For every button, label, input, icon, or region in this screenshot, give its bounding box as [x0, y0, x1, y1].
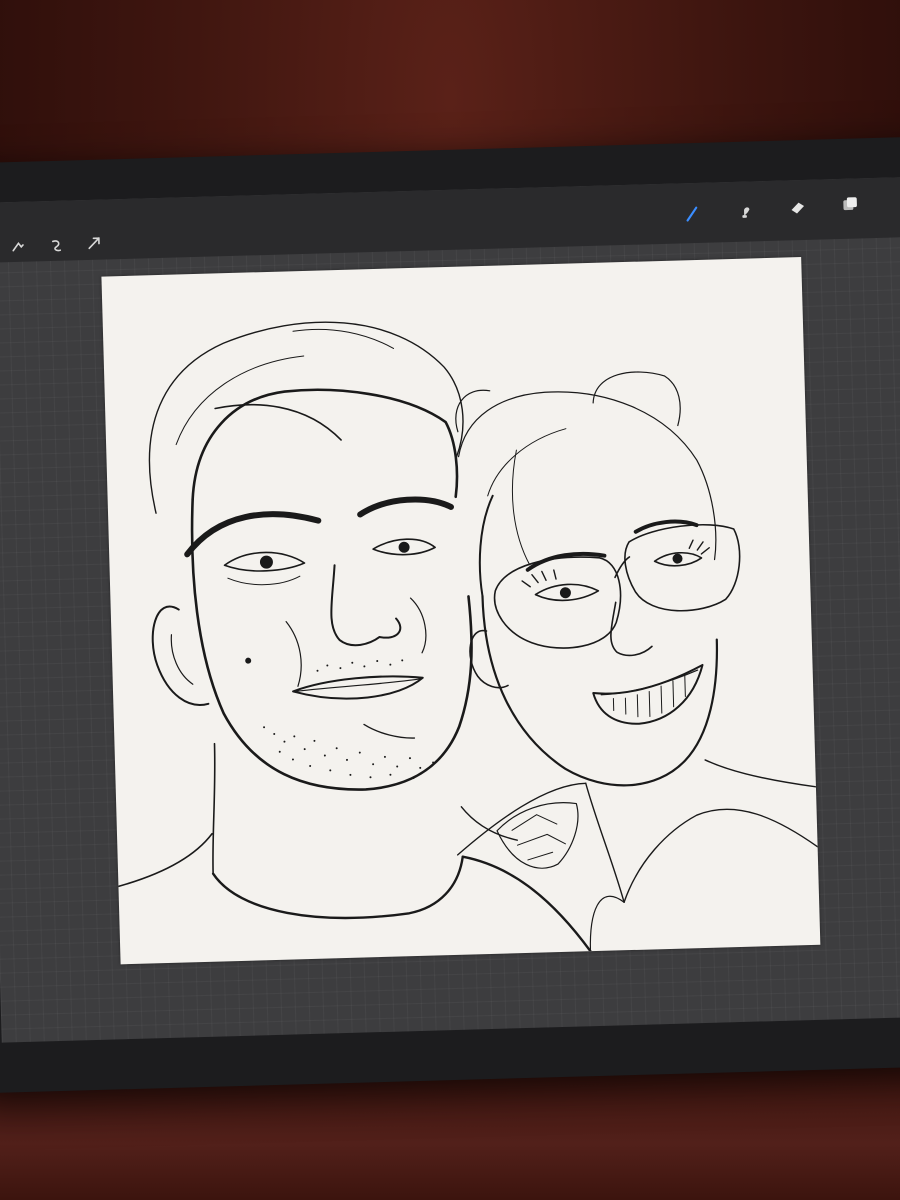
eraser-icon[interactable]	[786, 196, 809, 219]
drawing-canvas[interactable]	[101, 257, 821, 965]
line-art-portrait	[117, 321, 819, 953]
adjustments-icon[interactable]	[7, 236, 30, 259]
photo-scene	[0, 0, 900, 1200]
selection-icon[interactable]	[45, 235, 68, 258]
transform-icon[interactable]	[83, 231, 106, 254]
layers-icon[interactable]	[838, 192, 861, 215]
brush-icon[interactable]	[681, 203, 704, 226]
tablet-device	[0, 136, 900, 1094]
smudge-icon[interactable]	[735, 199, 758, 222]
top-toolbar	[0, 176, 900, 263]
app-screen	[0, 176, 900, 1043]
